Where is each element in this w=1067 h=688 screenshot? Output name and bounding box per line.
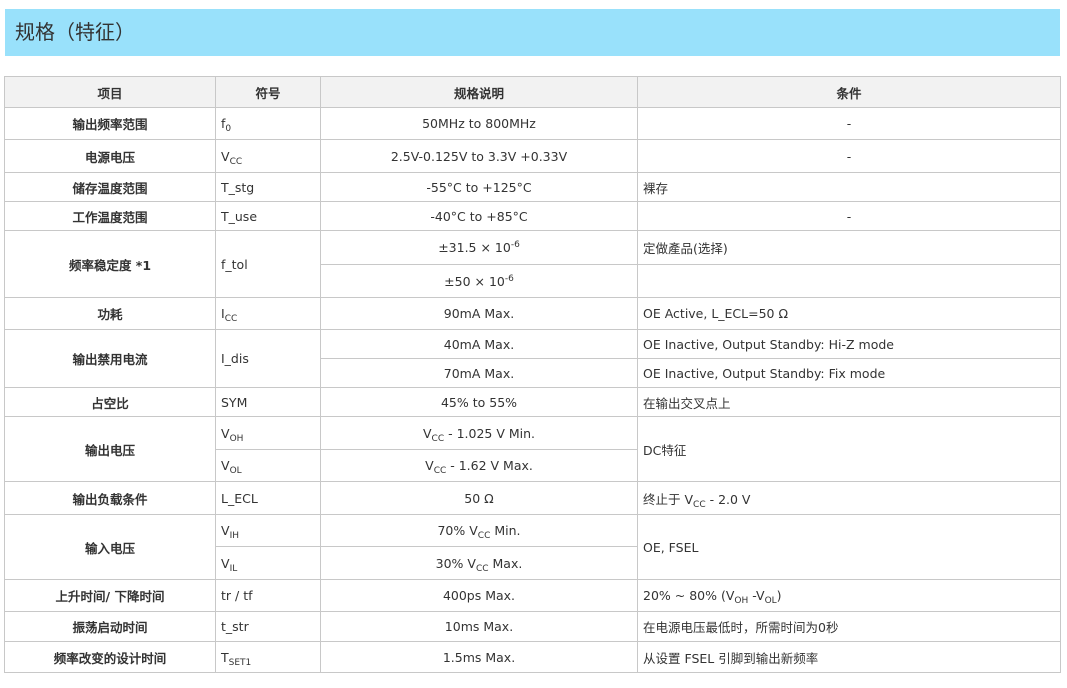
row-item: 振荡启动时间 — [4, 611, 216, 642]
table-row: 振荡启动时间 t_str 10ms Max. 在电源电压最低时，所需时间为0秒 — [4, 611, 1061, 642]
spec-table: 项目 符号 规格说明 条件 输出频率范围 f0 50MHz to 800MHz … — [4, 76, 1061, 673]
section-banner: 规格（特征） — [5, 9, 1060, 56]
row-spec: 40mA Max. — [320, 329, 638, 359]
table-row: 输出禁用电流 I_dis 40mA Max. OE Inactive, Outp… — [4, 329, 1061, 388]
row-spec: 30% VCC Max. — [320, 546, 638, 580]
row-spec: 2.5V-0.125V to 3.3V +0.33V — [320, 139, 638, 173]
header-condition: 条件 — [637, 76, 1061, 108]
row-spec: ±50 × 10-6 — [320, 264, 638, 298]
row-spec: 10ms Max. — [320, 611, 638, 642]
row-symbol: VIH — [215, 514, 321, 547]
row-condition: 在输出交叉点上 — [637, 387, 1061, 417]
row-condition: 定做產品(选择) — [637, 230, 1061, 265]
row-symbol: VOL — [215, 449, 321, 482]
row-condition: 在电源电压最低时，所需时间为0秒 — [637, 611, 1061, 642]
table-row: 功耗 ICC 90mA Max. OE Active, L_ECL=50 Ω — [4, 297, 1061, 330]
table-row: 占空比 SYM 45% to 55% 在输出交叉点上 — [4, 387, 1061, 417]
row-condition: - — [637, 107, 1061, 140]
row-symbol: VIL — [215, 546, 321, 580]
row-condition: OE Inactive, Output Standby: Hi-Z mode — [637, 329, 1061, 359]
header-spec: 规格说明 — [320, 76, 638, 108]
row-condition: 裸存 — [637, 172, 1061, 202]
row-spec: 70% VCC Min. — [320, 514, 638, 547]
row-item: 输入电压 — [4, 514, 216, 580]
table-row: 工作温度范围 T_use -40°C to +85°C - — [4, 201, 1061, 231]
row-condition: OE Inactive, Output Standby: Fix mode — [637, 358, 1061, 388]
row-spec: 70mA Max. — [320, 358, 638, 388]
row-condition: - — [637, 139, 1061, 173]
row-symbol: tr / tf — [215, 579, 321, 612]
row-symbol: VOH — [215, 416, 321, 450]
table-row: 上升时间/ 下降时间 tr / tf 400ps Max. 20% ~ 80% … — [4, 579, 1061, 612]
row-spec: VCC - 1.62 V Max. — [320, 449, 638, 482]
row-condition: 从设置 FSEL 引脚到输出新频率 — [637, 641, 1061, 673]
row-item: 输出频率范围 — [4, 107, 216, 140]
row-symbol: TSET1 — [215, 641, 321, 673]
table-row: 频率稳定度 *1 f_tol ±31.5 × 10-6 定做產品(选择) — [4, 230, 1061, 298]
table-row: 储存温度范围 T_stg -55°C to +125°C 裸存 — [4, 172, 1061, 202]
row-spec: ±31.5 × 10-6 — [320, 230, 638, 265]
row-spec: 50 Ω — [320, 481, 638, 515]
row-condition: 终止于 VCC - 2.0 V — [637, 481, 1061, 515]
row-symbol: t_str — [215, 611, 321, 642]
row-item: 电源电压 — [4, 139, 216, 173]
page-title: 规格（特征） — [15, 20, 135, 44]
row-condition: DC特征 — [637, 416, 1061, 482]
row-symbol: ICC — [215, 297, 321, 330]
table-header-row: 项目 符号 规格说明 条件 — [4, 76, 1061, 108]
row-symbol: T_use — [215, 201, 321, 231]
row-item: 频率稳定度 *1 — [4, 230, 216, 298]
row-item: 工作温度范围 — [4, 201, 216, 231]
row-spec: 50MHz to 800MHz — [320, 107, 638, 140]
row-item: 占空比 — [4, 387, 216, 417]
table-row: 输入电压 VIH 70% VCC Min. OE, FSEL — [4, 514, 1061, 580]
row-symbol: T_stg — [215, 172, 321, 202]
row-spec: 400ps Max. — [320, 579, 638, 612]
row-item: 功耗 — [4, 297, 216, 330]
row-item: 输出电压 — [4, 416, 216, 482]
table-row: 输出频率范围 f0 50MHz to 800MHz - — [4, 107, 1061, 140]
row-spec: -55°C to +125°C — [320, 172, 638, 202]
row-item: 频率改变的设计时间 — [4, 641, 216, 673]
header-symbol: 符号 — [215, 76, 321, 108]
table-row: 频率改变的设计时间 TSET1 1.5ms Max. 从设置 FSEL 引脚到输… — [4, 641, 1061, 673]
row-symbol: SYM — [215, 387, 321, 417]
row-spec: 45% to 55% — [320, 387, 638, 417]
table-row: 输出负载条件 L_ECL 50 Ω 终止于 VCC - 2.0 V — [4, 481, 1061, 515]
table-row: 输出电压 VOH VCC - 1.025 V Min. DC特征 — [4, 416, 1061, 482]
table-row: 电源电压 VCC 2.5V-0.125V to 3.3V +0.33V - — [4, 139, 1061, 173]
row-symbol: f0 — [215, 107, 321, 140]
row-spec: -40°C to +85°C — [320, 201, 638, 231]
row-symbol: L_ECL — [215, 481, 321, 515]
row-spec: VCC - 1.025 V Min. — [320, 416, 638, 450]
row-condition: - — [637, 201, 1061, 231]
row-item: 储存温度范围 — [4, 172, 216, 202]
row-item: 输出禁用电流 — [4, 329, 216, 388]
row-symbol: I_dis — [215, 329, 321, 388]
row-spec: 90mA Max. — [320, 297, 638, 330]
row-condition: 20% ~ 80% (VOH -VOL) — [637, 579, 1061, 612]
row-condition: OE Active, L_ECL=50 Ω — [637, 297, 1061, 330]
row-item: 输出负载条件 — [4, 481, 216, 515]
header-item: 项目 — [4, 76, 216, 108]
row-item: 上升时间/ 下降时间 — [4, 579, 216, 612]
row-spec: 1.5ms Max. — [320, 641, 638, 673]
row-symbol: VCC — [215, 139, 321, 173]
row-condition: OE, FSEL — [637, 514, 1061, 580]
row-symbol: f_tol — [215, 230, 321, 298]
row-condition — [637, 264, 1061, 298]
